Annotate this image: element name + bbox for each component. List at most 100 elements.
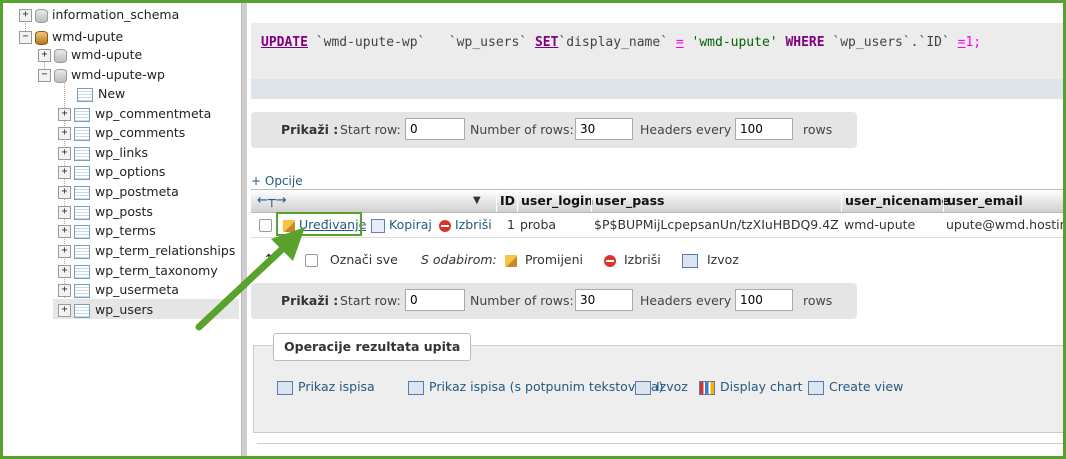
delete-label: Izbriši	[455, 217, 492, 232]
expand-icon[interactable]: +	[38, 49, 51, 62]
sql-query: UPDATE `wmd-upute-wp` `wp_users` SET`dis…	[261, 35, 981, 50]
sql-operator: =	[675, 35, 684, 50]
cell-user-email[interactable]: upute@wmd.hosting	[946, 213, 1063, 237]
cell-user-nicename[interactable]: wmd-upute	[844, 213, 915, 237]
tree-item-information-schema[interactable]: + information_schema	[19, 5, 179, 24]
print-view-link[interactable]: Prikaz ispisa	[277, 379, 375, 395]
row-checkbox[interactable]	[259, 213, 272, 237]
column-header-user-email[interactable]: user_email	[943, 190, 1023, 212]
check-all[interactable]: Označi sve	[305, 251, 398, 269]
column-header-user-login[interactable]: user_login	[517, 190, 593, 212]
expand-icon[interactable]: +	[58, 284, 71, 297]
sort-dropdown-icon[interactable]: ▼	[473, 190, 481, 212]
create-view-link[interactable]: Create view	[808, 379, 903, 395]
sql-keyword-update[interactable]: UPDATE	[261, 35, 308, 50]
expand-icon[interactable]: +	[58, 147, 71, 160]
cell-user-login[interactable]: proba	[520, 213, 556, 237]
start-row-input[interactable]	[405, 289, 465, 311]
print-view-full-link[interactable]: Prikaz ispisa (s potpunim tekstovima)	[408, 379, 663, 395]
window-frame: + information_schema − wmd-upute + wmd-uput…	[0, 0, 1066, 459]
copy-icon	[371, 218, 385, 233]
tree-item-wp-comments[interactable]: + wp_comments	[58, 123, 185, 142]
tree-item-wp-users[interactable]: + wp_users	[58, 300, 153, 319]
tree-item-label: wp_usermeta	[95, 282, 179, 297]
tree-item-wp-term-taxonomy[interactable]: + wp_term_taxonomy	[58, 261, 218, 280]
view-icon	[808, 380, 824, 395]
sql-column: `display_name`	[558, 35, 669, 50]
column-header-id[interactable]: ID	[496, 190, 515, 212]
print-view-full-label: Prikaz ispisa (s potpunim tekstovima)	[429, 379, 664, 394]
headers-every-input[interactable]	[735, 289, 793, 311]
headers-every-label: Headers every	[640, 293, 732, 308]
tree-item-wp-postmeta[interactable]: + wp_postmeta	[58, 182, 179, 201]
sql-keyword-set[interactable]: SET	[535, 35, 558, 50]
delete-icon	[604, 254, 616, 267]
table-icon	[74, 264, 90, 279]
expand-icon[interactable]: +	[58, 127, 71, 140]
expand-icon[interactable]: +	[58, 166, 71, 179]
tree-item-wp-posts[interactable]: + wp_posts	[58, 202, 153, 221]
expand-icon[interactable]: +	[58, 265, 71, 278]
tree-item-wp-terms[interactable]: + wp_terms	[58, 221, 156, 240]
headers-every-input[interactable]	[735, 118, 793, 140]
expand-icon[interactable]: +	[58, 108, 71, 121]
tree-item-wp-usermeta[interactable]: + wp_usermeta	[58, 280, 179, 299]
tree-item-label: wmd-upute	[52, 29, 124, 44]
print-view-label: Prikaz ispisa	[298, 379, 375, 394]
delete-icon	[439, 219, 451, 232]
expand-icon[interactable]: +	[58, 186, 71, 199]
cell-user-pass[interactable]: $P$BUPMijLcpepsanUn/tzXIuHBDQ9.4Z/	[594, 213, 838, 237]
display-chart-link[interactable]: Display chart	[699, 379, 803, 395]
num-rows-input[interactable]	[575, 289, 633, 311]
export-icon	[682, 253, 698, 268]
divider-line	[257, 443, 1063, 444]
expand-icon[interactable]: +	[58, 304, 71, 317]
tree-item-wmd-upute[interactable]: + wmd-upute	[38, 45, 142, 64]
database-icon	[35, 8, 48, 23]
tree-item-wmd-upute-group[interactable]: − wmd-upute	[19, 27, 123, 46]
expand-icon[interactable]: +	[19, 9, 32, 22]
tree-item-label: wp_posts	[95, 204, 153, 219]
expand-icon[interactable]: +	[58, 245, 71, 258]
tree-item-wp-options[interactable]: + wp_options	[58, 162, 165, 181]
start-row-input[interactable]	[405, 118, 465, 140]
tree-item-wmd-upute-wp[interactable]: − wmd-upute-wp	[38, 65, 165, 84]
sql-keyword-where: WHERE	[785, 35, 825, 50]
table-icon	[74, 244, 90, 259]
display-chart-label: Display chart	[720, 379, 803, 394]
sql-database: `wmd-upute-wp`	[315, 35, 426, 50]
cell-id[interactable]: 1	[507, 213, 515, 237]
collapse-icon[interactable]: −	[38, 69, 51, 82]
table-icon	[74, 303, 90, 318]
column-header-user-pass[interactable]: user_pass	[591, 190, 665, 212]
tree-item-label: wp_commentmeta	[95, 106, 212, 121]
sql-value: 'wmd-upute'	[691, 35, 778, 50]
start-row-label: Start row:	[340, 293, 401, 308]
database-icon	[54, 48, 67, 63]
table-icon	[74, 283, 90, 298]
tree-item-wp-links[interactable]: + wp_links	[58, 143, 148, 162]
tree-item-wp-term-relationships[interactable]: + wp_term_relationships	[58, 241, 235, 260]
options-link[interactable]: + Opcije	[251, 174, 303, 188]
expand-icon[interactable]: +	[58, 225, 71, 238]
bulk-delete-button[interactable]: Izbriši	[604, 251, 661, 269]
collapse-icon[interactable]: −	[19, 31, 32, 44]
column-header-user-nicename[interactable]: user_nicename	[841, 190, 950, 212]
bulk-export-button[interactable]: Izvoz	[682, 251, 739, 269]
tree-item-label: wp_term_taxonomy	[95, 263, 218, 278]
table-icon	[74, 185, 90, 200]
tree-item-wp-commentmeta[interactable]: + wp_commentmeta	[58, 104, 211, 123]
check-all-checkbox[interactable]	[305, 254, 318, 267]
bulk-change-button[interactable]: Promijeni	[505, 251, 583, 269]
navigation-tree: + information_schema − wmd-upute + wmd-uput…	[3, 3, 241, 456]
copy-link[interactable]: Kopiraj	[371, 213, 432, 237]
expand-icon[interactable]: +	[58, 206, 71, 219]
num-rows-input[interactable]	[575, 118, 633, 140]
export-link[interactable]: Izvoz	[635, 379, 688, 395]
column-resize-arrows-icon[interactable]: ←┬→	[257, 190, 287, 212]
delete-link[interactable]: Izbriši	[439, 213, 492, 237]
tree-item-new[interactable]: New	[77, 84, 125, 103]
chart-icon	[699, 380, 715, 395]
table-icon	[74, 146, 90, 161]
database-group-icon	[35, 30, 48, 45]
